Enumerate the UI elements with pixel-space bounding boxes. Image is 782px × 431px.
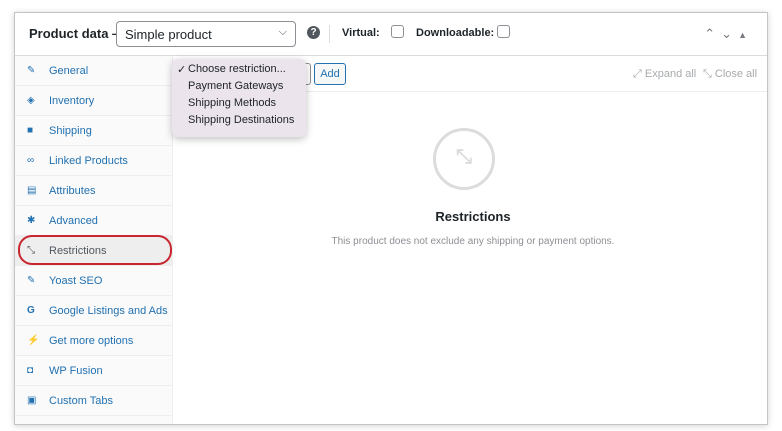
collapse-icon[interactable]: ▲	[738, 30, 753, 40]
move-down-icon[interactable]: ⌄	[721, 26, 738, 41]
tab-linked-products[interactable]: ∞ Linked Products	[15, 146, 172, 176]
tab-wp-fusion[interactable]: ◘ WP Fusion	[15, 356, 172, 386]
list-icon: ▤	[27, 185, 37, 196]
restrictions-empty-icon: ⤡	[433, 128, 495, 190]
tab-get-more-options[interactable]: ⚡ Get more options	[15, 326, 172, 356]
expand-all-link[interactable]: ⤢ Expand all	[633, 68, 696, 81]
tab-label: Yoast SEO	[49, 274, 103, 287]
close-all-label: Close all	[714, 68, 758, 80]
product-data-header: Product data — Simple product ⌵ ? Virtua…	[15, 13, 767, 56]
downloadable-checkbox[interactable]	[497, 25, 510, 38]
downloadable-label: Downloadable:	[416, 27, 495, 39]
tab-google-listings[interactable]: G Google Listings and Ads	[15, 296, 172, 326]
tab-yoast-seo[interactable]: ✎ Yoast SEO	[15, 266, 172, 296]
option-label: Shipping Methods	[188, 97, 277, 109]
product-data-title: Product data —	[29, 26, 126, 41]
tab-custom-tabs[interactable]: ▣ Custom Tabs	[15, 386, 172, 416]
restriction-dropdown-menu: ✓ Choose restriction... Payment Gateways …	[172, 59, 306, 137]
tab-shipping[interactable]: ■ Shipping	[15, 116, 172, 146]
product-type-select[interactable]: Simple product ⌵	[116, 21, 296, 47]
option-label: Shipping Destinations	[188, 114, 295, 126]
collapse-arrows-icon: ⤡	[703, 68, 712, 80]
expand-all-label: Expand all	[644, 68, 697, 80]
option-label: Choose restriction...	[188, 63, 286, 75]
tab-label: Get more options	[49, 334, 134, 347]
yoast-icon: ✎	[27, 275, 36, 286]
dropdown-option-choose[interactable]: ✓ Choose restriction...	[172, 63, 306, 80]
close-all-link[interactable]: ⤡ Close all	[703, 68, 757, 81]
google-icon: G	[27, 305, 35, 316]
option-label: Payment Gateways	[188, 80, 284, 92]
expand-icon: ⤢	[633, 68, 642, 80]
help-icon[interactable]: ?	[307, 26, 320, 39]
tab-advanced[interactable]: ✱ Advanced	[15, 206, 172, 236]
tab-attributes[interactable]: ▤ Attributes	[15, 176, 172, 206]
plug-icon: ⚡	[27, 335, 40, 346]
wpfusion-icon: ◘	[27, 365, 34, 376]
tab-general[interactable]: ✎ General	[15, 56, 172, 86]
truck-icon: ■	[27, 125, 34, 136]
empty-state-title: Restrictions	[435, 209, 511, 224]
checkmark-icon: ✓	[177, 64, 187, 76]
virtual-checkbox[interactable]	[391, 25, 404, 38]
tab-label: Google Listings and Ads	[49, 304, 168, 317]
tab-label: WP Fusion	[49, 364, 103, 377]
tab-label: Shipping	[49, 124, 92, 137]
panel-sort-controls[interactable]: ⌃⌄▲	[704, 26, 753, 42]
gear-icon: ✱	[27, 215, 36, 226]
wrench-icon: ✎	[27, 65, 36, 76]
custom-tabs-icon: ▣	[27, 395, 37, 406]
move-up-icon[interactable]: ⌃	[704, 26, 721, 41]
empty-state-message: This product does not exclude any shippi…	[331, 236, 615, 247]
tab-label: Attributes	[49, 184, 96, 197]
dropdown-option-shipping-methods[interactable]: Shipping Methods	[172, 97, 306, 114]
dropdown-option-shipping-destinations[interactable]: Shipping Destinations	[172, 114, 306, 131]
product-data-panel: Product data — Simple product ⌵ ? Virtua…	[14, 12, 768, 425]
tab-label: Linked Products	[49, 154, 128, 167]
tag-icon: ◈	[27, 95, 35, 106]
tab-label: Custom Tabs	[49, 394, 113, 407]
virtual-label: Virtual:	[342, 27, 380, 39]
tab-label: General	[49, 64, 89, 77]
tab-inventory[interactable]: ◈ Inventory	[15, 86, 172, 116]
chevron-down-icon: ⌵	[278, 26, 287, 38]
dropdown-option-payment-gateways[interactable]: Payment Gateways	[172, 80, 306, 97]
tab-label: Inventory	[49, 94, 95, 107]
tab-label: Advanced	[49, 214, 98, 227]
add-restriction-button[interactable]: Add	[314, 63, 346, 85]
restrictions-highlight-ring	[18, 235, 172, 265]
product-type-value: Simple product	[125, 27, 212, 42]
header-divider	[329, 25, 330, 43]
link-icon: ∞	[27, 155, 35, 166]
